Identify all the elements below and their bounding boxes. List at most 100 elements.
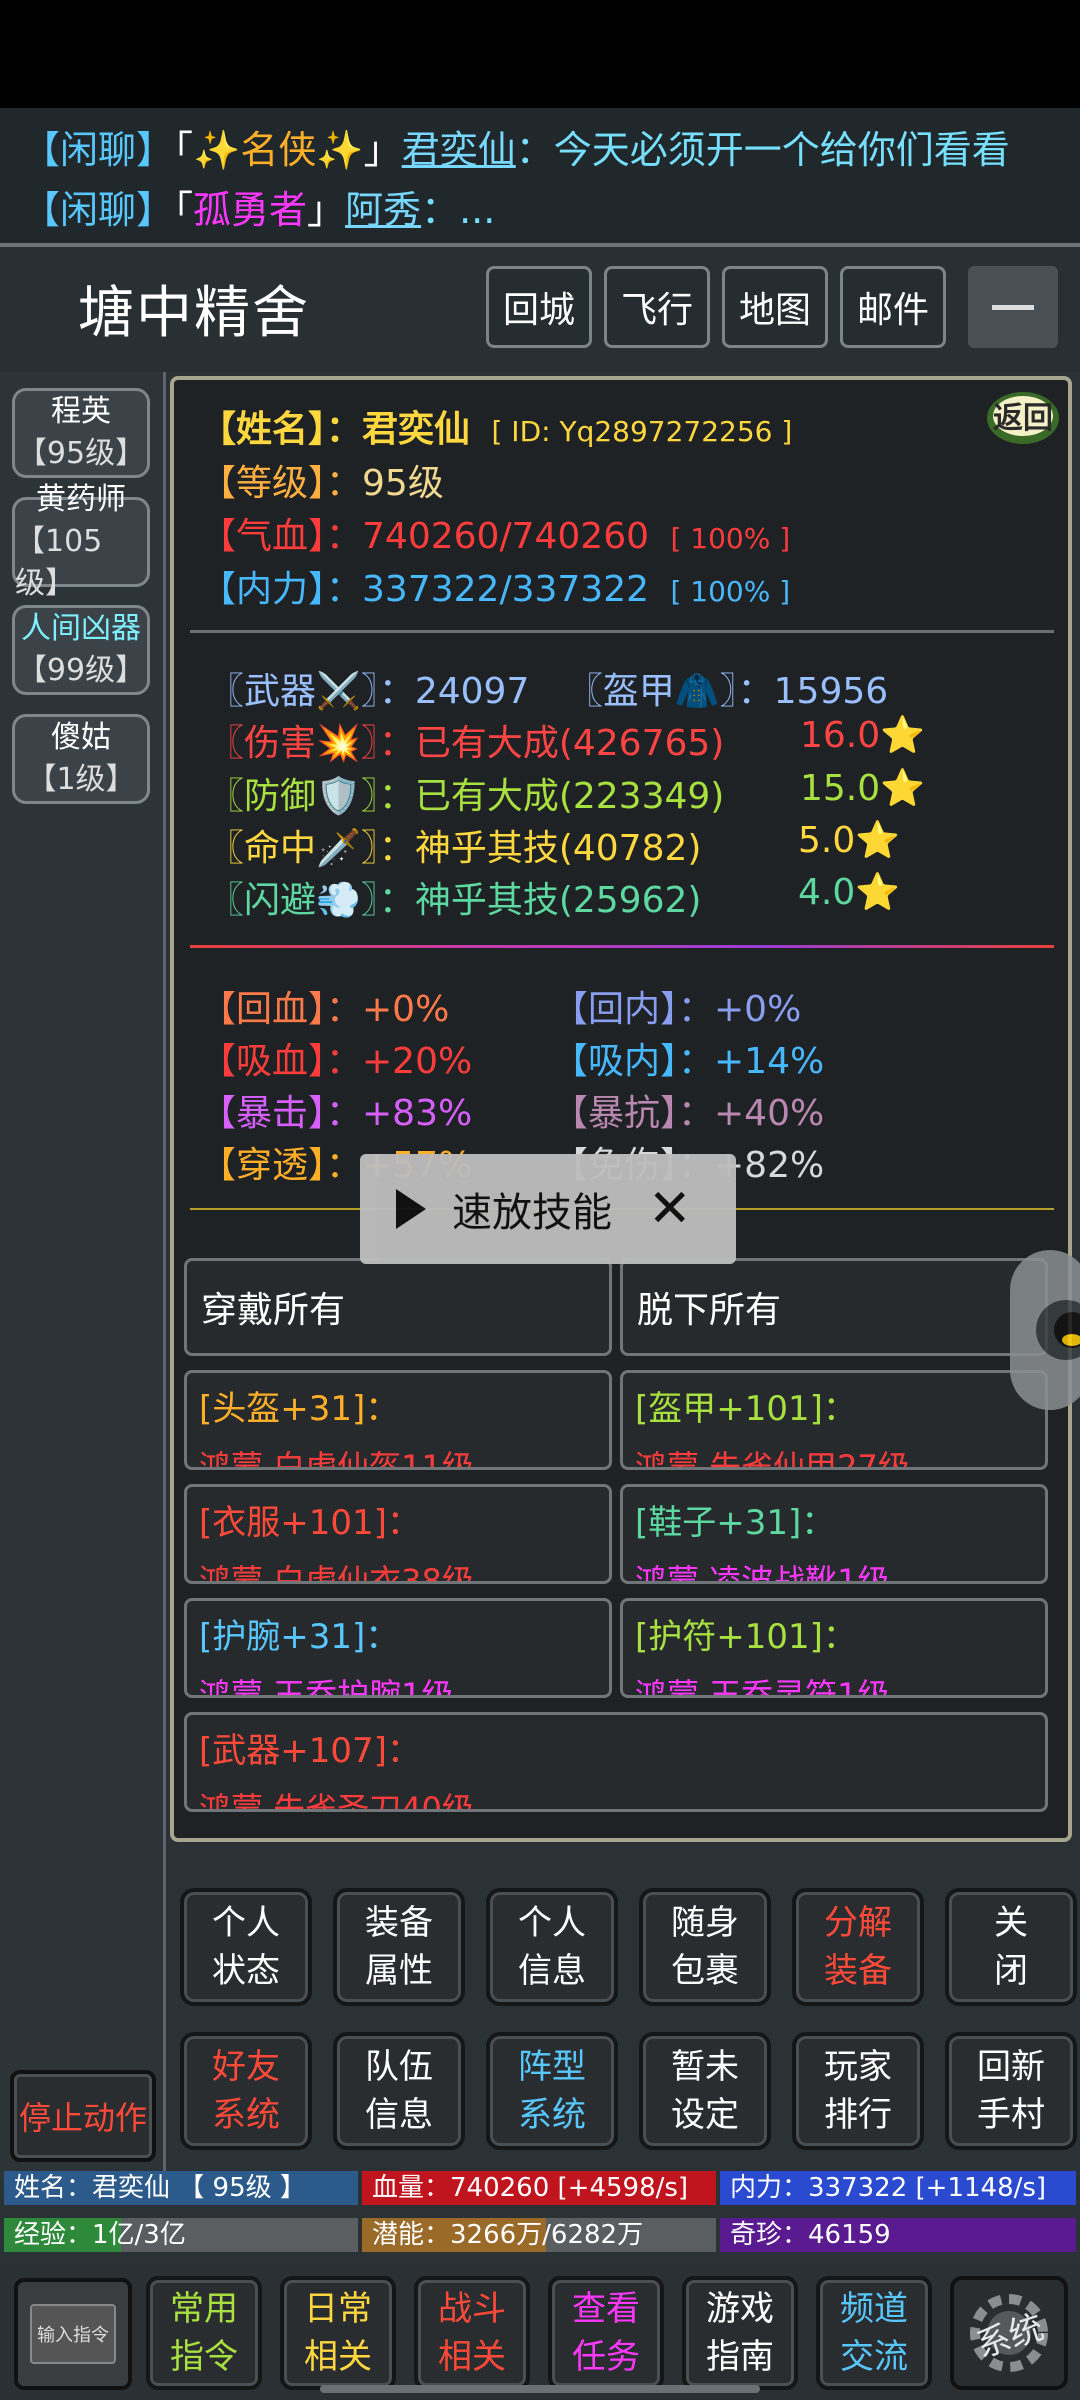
bottom-label-line: 战斗	[438, 2289, 506, 2329]
bottom-label-line: 日常	[304, 2289, 372, 2329]
equipment-slot-helmet[interactable]: [头盔+31]： 鸿蒙 白虎仙盔11级	[184, 1370, 612, 1470]
equipment-slot-clothes[interactable]: [衣服+101]： 鸿蒙 白虎仙衣38级	[184, 1484, 612, 1584]
bonus-value: +40%	[714, 1093, 825, 1134]
slot-label: [衣服+101]：	[199, 1503, 421, 1543]
skill-value: 神乎其技(40782)	[414, 828, 702, 869]
npc-item[interactable]: 人间凶器 【99级】	[12, 605, 150, 695]
chat-player-name[interactable]: 君奕仙	[402, 128, 516, 172]
npc-name: 黄药师	[36, 482, 126, 517]
slot-label: [头盔+31]：	[199, 1389, 400, 1429]
menu-personal-info[interactable]: 个人 信息	[486, 1888, 618, 2006]
bonus-label: 【暴击】：	[200, 1093, 363, 1134]
menu-label-line: 个人	[212, 1903, 280, 1943]
remove-all-button[interactable]: 脱下所有	[620, 1258, 1048, 1356]
slot-item: 鸿蒙 朱雀仙甲27级	[635, 1448, 910, 1470]
stop-action-button[interactable]: 停止动作	[10, 2070, 156, 2162]
slot-item: 鸿蒙 玉乔灵符1级	[635, 1676, 890, 1698]
menu-label-line: 设定	[671, 2095, 739, 2135]
bottom-label-line: 指令	[170, 2337, 238, 2377]
menu-label-line: 回新	[977, 2047, 1045, 2087]
game-guide-button[interactable]: 游戏 指南	[682, 2276, 798, 2390]
chat-player-name[interactable]: 阿秀	[345, 188, 421, 232]
equipment-slot-shoes[interactable]: [鞋子+31]： 鸿蒙 凌波战靴1级	[620, 1484, 1048, 1584]
npc-item[interactable]: 程英 【95级】	[12, 388, 150, 478]
equipment-slot-armor[interactable]: [盔甲+101]： 鸿蒙 朱雀仙甲27级	[620, 1370, 1048, 1470]
hp-percent: [ 100% ]	[670, 522, 791, 555]
menu-friends[interactable]: 好友 系统	[180, 2032, 312, 2150]
return-city-button[interactable]: 回城	[486, 266, 592, 348]
menu-dismantle-equipment[interactable]: 分解 装备	[792, 1888, 924, 2006]
menu-label-line: 属性	[365, 1951, 433, 1991]
equipment-slot-weapon[interactable]: [武器+107]： 鸿蒙 朱雀圣刀40级	[184, 1712, 1048, 1812]
menu-formation[interactable]: 阵型 系统	[486, 2032, 618, 2150]
mail-button[interactable]: 邮件	[840, 266, 946, 348]
bonus-value: +0%	[714, 989, 802, 1030]
minimize-button[interactable]	[968, 266, 1058, 348]
channel-chat-button[interactable]: 频道 交流	[816, 2276, 932, 2390]
bonus-label: 【回内】：	[552, 989, 715, 1030]
daily-button[interactable]: 日常 相关	[280, 2276, 396, 2390]
npc-level: 【95级】	[16, 436, 146, 471]
menu-close[interactable]: 关闭	[945, 1888, 1077, 2006]
skill-stars: 16.0⭐	[800, 715, 925, 756]
slot-item: 鸿蒙 白虎仙衣38级	[199, 1562, 474, 1584]
combat-button[interactable]: 战斗 相关	[414, 2276, 530, 2390]
bottom-label-line: 游戏	[706, 2289, 774, 2329]
mp-label: 【内力】：	[200, 569, 363, 610]
slot-label: [盔甲+101]：	[635, 1389, 857, 1429]
skill-row-hit: 〖命中🗡️〗：神乎其技(40782)	[208, 819, 701, 871]
status-potential: 潜能：3266万/6282万	[362, 2218, 716, 2252]
section-divider	[190, 630, 1054, 633]
menu-label-line: 信息	[365, 2095, 433, 2135]
chat-message: ...	[459, 188, 496, 232]
menu-player-ranking[interactable]: 玩家 排行	[792, 2032, 924, 2150]
chat-title-bracket: 」	[307, 188, 346, 232]
chat-line: 【闲聊】「✨名侠✨」君奕仙：今天必须开一个给你们看看	[22, 120, 1058, 180]
chat-title-bracket: 」	[363, 128, 402, 172]
equipment-slot-amulet[interactable]: [护符+101]： 鸿蒙 玉乔灵符1级	[620, 1598, 1048, 1698]
npc-item[interactable]: 傻姑 【1级】	[12, 714, 150, 804]
location-title: 塘中精舍	[78, 281, 310, 346]
menu-label-line: 随身	[671, 1903, 739, 1943]
menu-equipment-attributes[interactable]: 装备 属性	[333, 1888, 465, 2006]
npc-level: 【99级】	[16, 653, 146, 688]
quick-skill-popup[interactable]: 速放技能 ✕	[360, 1154, 736, 1264]
svg-text:返回: 返回	[993, 401, 1053, 436]
menu-unset[interactable]: 暂未 设定	[639, 2032, 771, 2150]
bonus-hp-regen: 【回血】：+0%	[200, 980, 449, 1032]
common-commands-button[interactable]: 常用 指令	[146, 2276, 262, 2390]
fly-button[interactable]: 飞行	[604, 266, 710, 348]
status-treasure: 奇珍：46159	[720, 2218, 1076, 2252]
menu-label-line: 排行	[824, 2095, 892, 2135]
menu-team-info[interactable]: 队伍 信息	[333, 2032, 465, 2150]
floating-assistant-button[interactable]	[1010, 1250, 1080, 1410]
map-button[interactable]: 地图	[722, 266, 828, 348]
character-name: 君奕仙	[362, 409, 471, 450]
close-icon[interactable]: ✕	[648, 1179, 692, 1239]
slot-item: 鸿蒙 朱雀圣刀40级	[199, 1790, 474, 1812]
bonus-crit: 【暴击】：+83%	[200, 1084, 472, 1136]
menu-inventory[interactable]: 随身 包裹	[639, 1888, 771, 2006]
chat-message: 今天必须开一个给你们看看	[553, 128, 1010, 172]
menu-label-line: 系统	[212, 2095, 280, 2135]
slot-item: 鸿蒙 白虎仙盔11级	[199, 1448, 474, 1470]
command-input-button[interactable]: 输入指令	[14, 2278, 132, 2390]
menu-label-line: 信息	[518, 1951, 586, 1991]
chat-line: 【闲聊】「孤勇者」阿秀：...	[22, 180, 1058, 240]
chat-panel[interactable]: 【闲聊】「✨名侠✨」君奕仙：今天必须开一个给你们看看 【闲聊】「孤勇者」阿秀：.…	[0, 108, 1080, 243]
gesture-navigation-bar[interactable]	[320, 2385, 760, 2393]
system-button[interactable]: 系统	[950, 2276, 1068, 2390]
weapon-label: 〖武器⚔️〗：	[208, 671, 415, 712]
menu-personal-status[interactable]: 个人 状态	[180, 1888, 312, 2006]
bonus-value: +14%	[714, 1041, 825, 1082]
character-id: [ ID: Yq2897272256 ]	[491, 415, 793, 448]
menu-return-newbie-village[interactable]: 回新 手村	[945, 2032, 1077, 2150]
npc-item[interactable]: 黄药师 【105级】	[12, 482, 150, 601]
weapon-value: 24097	[414, 671, 530, 712]
quests-button[interactable]: 查看 任务	[548, 2276, 664, 2390]
wear-all-button[interactable]: 穿戴所有	[184, 1258, 612, 1356]
bottom-label-line: 常用	[170, 2289, 238, 2329]
equipment-slot-bracer[interactable]: [护腕+31]： 鸿蒙 玉乔护腕1级	[184, 1598, 612, 1698]
return-icon[interactable]: 返回	[983, 382, 1063, 450]
menu-label-line: 暂未	[671, 2047, 739, 2087]
